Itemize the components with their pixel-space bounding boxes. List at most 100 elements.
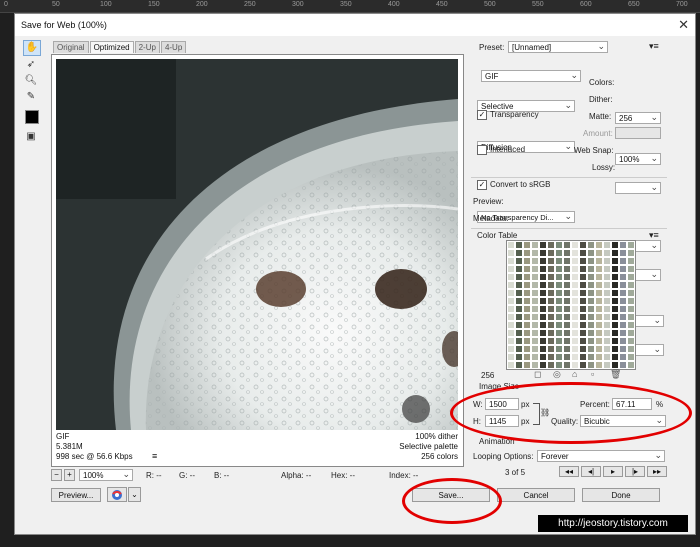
color-swatch[interactable] <box>539 297 547 305</box>
color-swatch[interactable] <box>571 361 579 369</box>
color-swatch[interactable] <box>579 345 587 353</box>
color-swatch[interactable] <box>531 313 539 321</box>
color-swatch[interactable] <box>531 273 539 281</box>
next-frame-button[interactable]: |▸ <box>625 466 645 477</box>
color-swatch[interactable] <box>515 305 523 313</box>
color-swatch[interactable] <box>563 345 571 353</box>
color-swatch[interactable] <box>627 249 635 257</box>
color-swatch[interactable] <box>523 321 531 329</box>
color-table-menu-icon[interactable]: ▾≡ <box>649 230 659 241</box>
color-swatch[interactable] <box>563 337 571 345</box>
color-swatch[interactable] <box>571 329 579 337</box>
color-swatch[interactable] <box>579 265 587 273</box>
looping-select[interactable]: Forever <box>537 449 665 462</box>
zoom-level-select[interactable]: 100% <box>79 468 133 481</box>
delete-color-icon[interactable]: 🗑︎ <box>610 369 621 380</box>
color-swatch[interactable] <box>539 321 547 329</box>
color-swatch[interactable] <box>563 321 571 329</box>
color-swatch[interactable] <box>619 329 627 337</box>
color-swatch[interactable] <box>507 281 515 289</box>
color-swatch[interactable] <box>611 321 619 329</box>
color-swatch[interactable] <box>523 281 531 289</box>
color-swatch[interactable] <box>515 281 523 289</box>
color-swatch[interactable] <box>507 321 515 329</box>
color-swatch[interactable] <box>619 241 627 249</box>
color-swatch[interactable] <box>547 305 555 313</box>
color-swatch[interactable] <box>523 305 531 313</box>
color-swatch[interactable] <box>587 305 595 313</box>
color-swatch[interactable] <box>531 297 539 305</box>
color-swatch[interactable] <box>595 353 603 361</box>
color-swatch[interactable] <box>563 361 571 369</box>
color-swatch[interactable] <box>595 305 603 313</box>
color-swatch[interactable] <box>523 329 531 337</box>
color-swatch[interactable] <box>523 265 531 273</box>
color-swatch[interactable] <box>507 329 515 337</box>
color-swatch[interactable] <box>627 337 635 345</box>
color-swatch[interactable] <box>579 249 587 257</box>
color-swatch[interactable] <box>595 337 603 345</box>
tab-4-up[interactable]: 4-Up <box>160 41 187 53</box>
color-swatch[interactable] <box>539 353 547 361</box>
color-swatch[interactable] <box>627 321 635 329</box>
color-swatch[interactable] <box>515 313 523 321</box>
color-swatch[interactable] <box>587 361 595 369</box>
color-swatch[interactable] <box>579 361 587 369</box>
color-swatch[interactable] <box>603 361 611 369</box>
color-swatch[interactable] <box>515 353 523 361</box>
color-swatch[interactable] <box>515 361 523 369</box>
color-swatch[interactable] <box>523 249 531 257</box>
color-swatch[interactable] <box>531 353 539 361</box>
color-swatch[interactable] <box>555 329 563 337</box>
color-swatch[interactable] <box>603 337 611 345</box>
zoom-out-button[interactable]: − <box>51 469 62 481</box>
color-swatch[interactable] <box>587 273 595 281</box>
close-icon[interactable]: ✕ <box>678 17 689 33</box>
amount-field[interactable] <box>615 127 661 139</box>
color-swatch[interactable] <box>571 305 579 313</box>
color-swatch[interactable] <box>587 313 595 321</box>
color-swatch[interactable] <box>579 289 587 297</box>
first-frame-button[interactable]: ◂◂ <box>559 466 579 477</box>
color-swatch[interactable] <box>547 361 555 369</box>
color-swatch[interactable] <box>555 265 563 273</box>
color-swatch[interactable] <box>619 289 627 297</box>
color-swatch[interactable] <box>563 329 571 337</box>
color-swatch[interactable] <box>515 345 523 353</box>
color-swatch[interactable] <box>531 305 539 313</box>
color-swatch[interactable] <box>515 241 523 249</box>
color-swatch[interactable] <box>627 329 635 337</box>
color-swatch[interactable] <box>611 337 619 345</box>
tab-2-up[interactable]: 2-Up <box>134 41 160 53</box>
color-swatch[interactable] <box>539 361 547 369</box>
color-swatch[interactable] <box>595 297 603 305</box>
color-swatch[interactable] <box>507 353 515 361</box>
color-swatch[interactable] <box>515 257 523 265</box>
color-swatch[interactable] <box>603 241 611 249</box>
color-swatch[interactable] <box>619 265 627 273</box>
transparency-checkbox[interactable]: ✓ Transparency <box>477 110 539 120</box>
color-swatch[interactable] <box>595 289 603 297</box>
color-swatch[interactable] <box>611 241 619 249</box>
tab-original[interactable]: Original <box>53 41 89 53</box>
color-swatch[interactable] <box>555 297 563 305</box>
color-swatch[interactable] <box>507 257 515 265</box>
color-swatch[interactable] <box>603 249 611 257</box>
preview-image[interactable] <box>56 59 458 430</box>
color-swatch[interactable] <box>595 329 603 337</box>
color-swatch[interactable] <box>563 265 571 273</box>
color-swatch[interactable] <box>611 281 619 289</box>
color-swatch[interactable] <box>555 313 563 321</box>
color-swatch[interactable] <box>507 289 515 297</box>
color-swatch[interactable] <box>523 313 531 321</box>
color-swatch[interactable] <box>507 313 515 321</box>
color-swatch[interactable] <box>587 345 595 353</box>
colors-field[interactable]: 256 <box>615 111 661 124</box>
color-swatch[interactable] <box>595 281 603 289</box>
color-swatch[interactable] <box>627 345 635 353</box>
color-swatch[interactable] <box>587 281 595 289</box>
color-swatch[interactable] <box>603 345 611 353</box>
color-swatch[interactable] <box>531 321 539 329</box>
color-swatch[interactable] <box>563 241 571 249</box>
color-swatch[interactable] <box>507 345 515 353</box>
